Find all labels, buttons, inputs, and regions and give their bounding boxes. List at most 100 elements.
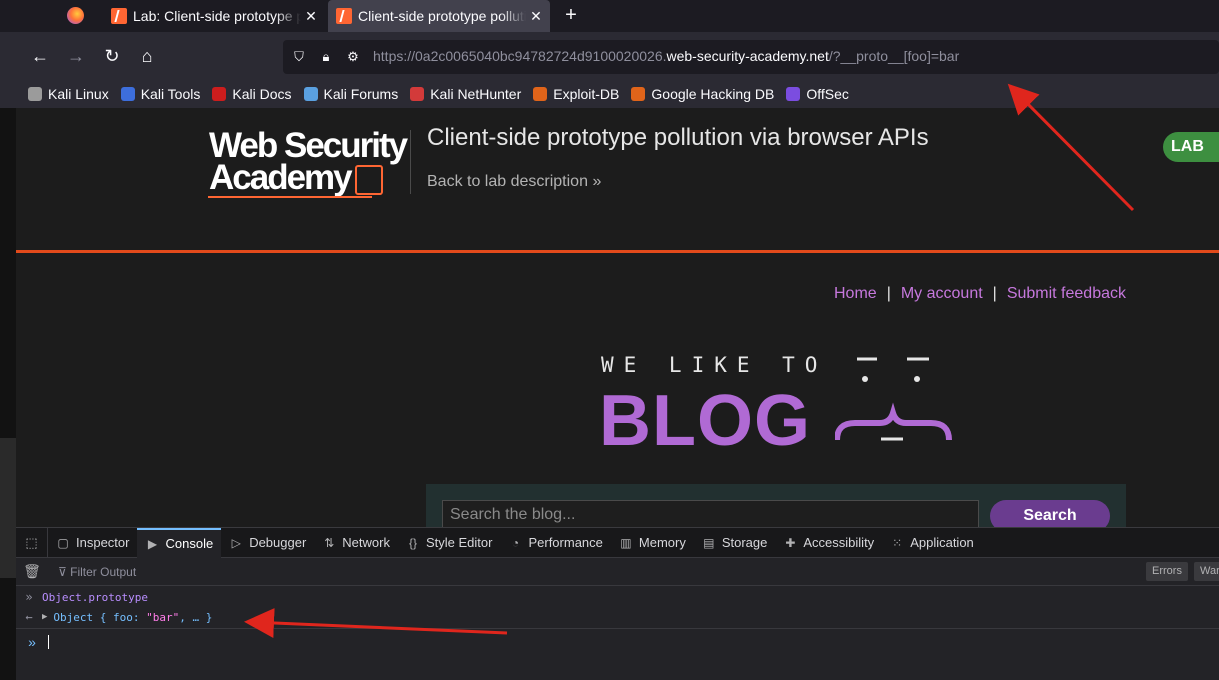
tab-close-icon[interactable]: ✕ — [526, 8, 546, 25]
permissions-icon[interactable]: ⚙ — [345, 49, 361, 65]
expand-triangle-icon[interactable]: ▶ — [42, 612, 47, 622]
tab-label: Lab: Client-side prototype pollution via… — [133, 8, 301, 24]
devtools-tab-icon: ▶ — [147, 536, 158, 551]
lab-title: Client-side prototype pollution via brow… — [427, 124, 929, 151]
home-icon[interactable]: ⌂ — [136, 45, 158, 67]
tab-lab[interactable]: Lab: Client-side prototype pollution via… — [103, 0, 325, 32]
devtools-tab-label: Network — [342, 535, 390, 550]
url-host: web-security-academy.net — [666, 48, 829, 64]
devtools-tab-icon: ▤ — [703, 535, 715, 550]
forward-arrow-icon[interactable]: → — [65, 45, 87, 67]
tab-active[interactable]: Client-side prototype pollution via brow… — [328, 0, 550, 32]
bookmark-item[interactable]: Exploit-DB — [533, 86, 619, 102]
bookmark-favicon-icon — [533, 87, 548, 101]
input-chevron-icon: » — [25, 590, 33, 604]
back-arrow-icon[interactable]: ← — [29, 45, 51, 67]
devtools-tab-icon: {} — [408, 535, 417, 550]
lock-icon[interactable]: 🔒︎ — [318, 49, 334, 65]
devtools-tab-label: Memory — [638, 535, 686, 550]
devtools-tab-label: Application — [910, 535, 974, 550]
tab-close-icon[interactable]: ✕ — [301, 8, 321, 25]
bookmarks-toolbar: Kali Linux Kali Tools Kali Docs Kali Forums… — [0, 80, 1219, 108]
shield-icon[interactable]: ⛉ — [291, 49, 307, 65]
bookmark-item[interactable]: Google Hacking DB — [631, 86, 774, 102]
bookmark-label: Google Hacking DB — [651, 86, 775, 102]
devtools-tab-style-editor[interactable]: {} Style Editor — [398, 528, 500, 558]
output-suffix: , … } — [179, 610, 213, 624]
bookmark-item[interactable]: Kali NetHunter — [410, 86, 521, 102]
element-picker-icon[interactable]: ⬚ — [16, 527, 48, 558]
devtools-tabs: ⬚ ▢ Inspector ▶ Console ▷ Debugger ⇅ Network {} S… — [16, 527, 1219, 558]
warnings-filter-button[interactable]: Warn — [1194, 562, 1219, 581]
output-prefix: Object { foo: — [53, 610, 147, 624]
lab-header: Web Security Academy Client-side prototy… — [16, 108, 1219, 253]
bookmark-label: Kali Forums — [323, 86, 399, 102]
bookmark-favicon-icon — [303, 87, 318, 101]
nav-account-link[interactable]: My account — [901, 285, 983, 303]
blog-banner: WE LIKE TO BLOG — [599, 350, 959, 461]
desktop-edge — [0, 108, 16, 680]
devtools-tab-label: Inspector — [76, 535, 130, 550]
bookmark-favicon-icon — [120, 87, 135, 101]
devtools-tab-icon: ◔ — [511, 535, 520, 550]
devtools-tab-inspector[interactable]: ▢ Inspector — [48, 528, 137, 558]
devtools-tab-label: Accessibility — [803, 535, 875, 550]
console-prompt[interactable]: » — [16, 628, 1219, 654]
bookmark-label: Kali Linux — [48, 86, 109, 102]
filter-output-input[interactable]: ⊽ Filter Output — [58, 565, 136, 579]
nav-separator: | — [992, 285, 997, 302]
search-section: Search the blog... Search — [426, 484, 1126, 527]
devtools-tab-console[interactable]: ▶ Console — [137, 527, 222, 558]
console-output-row: ← ▶ Object { foo: "bar", … } — [16, 607, 1219, 627]
academy-logo[interactable]: Web Security Academy — [209, 128, 408, 195]
search-input[interactable]: Search the blog... — [442, 500, 979, 527]
console-input-text: Object.prototype — [42, 590, 148, 604]
devtools-tab-storage[interactable]: ▤ Storage — [694, 528, 776, 558]
devtools-tab-performance[interactable]: ◔ Performance — [500, 528, 610, 558]
devtools-tab-label: Style Editor — [425, 535, 493, 550]
trash-icon[interactable]: 🗑︎ — [16, 563, 48, 580]
bookmark-label: Kali NetHunter — [430, 86, 522, 102]
new-tab-button[interactable]: + — [560, 4, 582, 26]
console-input-row: » Object.prototype — [16, 587, 1219, 607]
nav-separator: | — [886, 285, 891, 302]
devtools-tab-debugger[interactable]: ▷ Debugger — [221, 528, 314, 558]
back-link-label: Back to lab description — [427, 173, 588, 190]
search-button[interactable]: Search — [990, 500, 1110, 527]
devtools-tab-label: Performance — [528, 535, 603, 550]
console-output-object[interactable]: Object { foo: "bar", … } — [53, 611, 212, 624]
reload-icon[interactable]: ↻ — [101, 45, 123, 67]
url-bar[interactable]: ⛉ 🔒︎ ⚙ https://0a2c0065040bc94782724d910… — [283, 40, 1219, 74]
lightning-logo-icon — [354, 164, 383, 195]
firefox-icon[interactable] — [67, 7, 84, 24]
devtools-tab-icon: ⇅ — [324, 535, 335, 550]
nav-home-link[interactable]: Home — [834, 285, 877, 303]
devtools-tab-label: Console — [165, 536, 214, 551]
devtools-tab-memory[interactable]: ▥ Memory — [611, 528, 694, 558]
bookmark-item[interactable]: OffSec — [786, 86, 849, 102]
navigation-toolbar: ← → ↻ ⌂ ⛉ 🔒︎ ⚙ https://0a2c0065040bc9478… — [0, 32, 1219, 80]
bookmark-item[interactable]: Kali Forums — [303, 86, 399, 102]
output-string-value: "bar" — [146, 610, 180, 624]
bookmark-item[interactable]: Kali Docs — [212, 86, 292, 102]
back-to-lab-link[interactable]: Back to lab description » — [427, 173, 601, 191]
devtools-tab-accessibility[interactable]: ✚ Accessibility — [775, 528, 882, 558]
nav-feedback-link[interactable]: Submit feedback — [1007, 285, 1126, 303]
web-page: Web Security Academy Client-side prototy… — [16, 108, 1219, 527]
bookmark-favicon-icon — [631, 87, 646, 101]
site-nav: Home | My account | Submit feedback — [834, 285, 1126, 303]
brace-face-icon — [835, 357, 952, 441]
devtools-tab-label: Storage — [721, 535, 768, 550]
prompt-chevron-icon: » — [28, 633, 36, 650]
url-text[interactable]: https://0a2c0065040bc94782724d9100020026… — [373, 48, 959, 64]
bookmark-item[interactable]: Kali Linux — [28, 86, 109, 102]
devtools-tab-application[interactable]: ⁙ Application — [882, 528, 982, 558]
url-prefix: https://0a2c0065040bc94782724d9100020026… — [373, 48, 667, 64]
devtools-tab-icon: ⁙ — [892, 535, 903, 550]
devtools-panel: ⬚ ▢ Inspector ▶ Console ▷ Debugger ⇅ Network {} S… — [16, 527, 1219, 680]
bookmark-item[interactable]: Kali Tools — [120, 86, 200, 102]
devtools-tab-network[interactable]: ⇅ Network — [314, 528, 398, 558]
errors-filter-button[interactable]: Errors — [1146, 562, 1188, 581]
banner-tagline: WE LIKE TO — [601, 353, 828, 377]
screen: Lab: Client-side prototype pollution via… — [0, 0, 1219, 680]
